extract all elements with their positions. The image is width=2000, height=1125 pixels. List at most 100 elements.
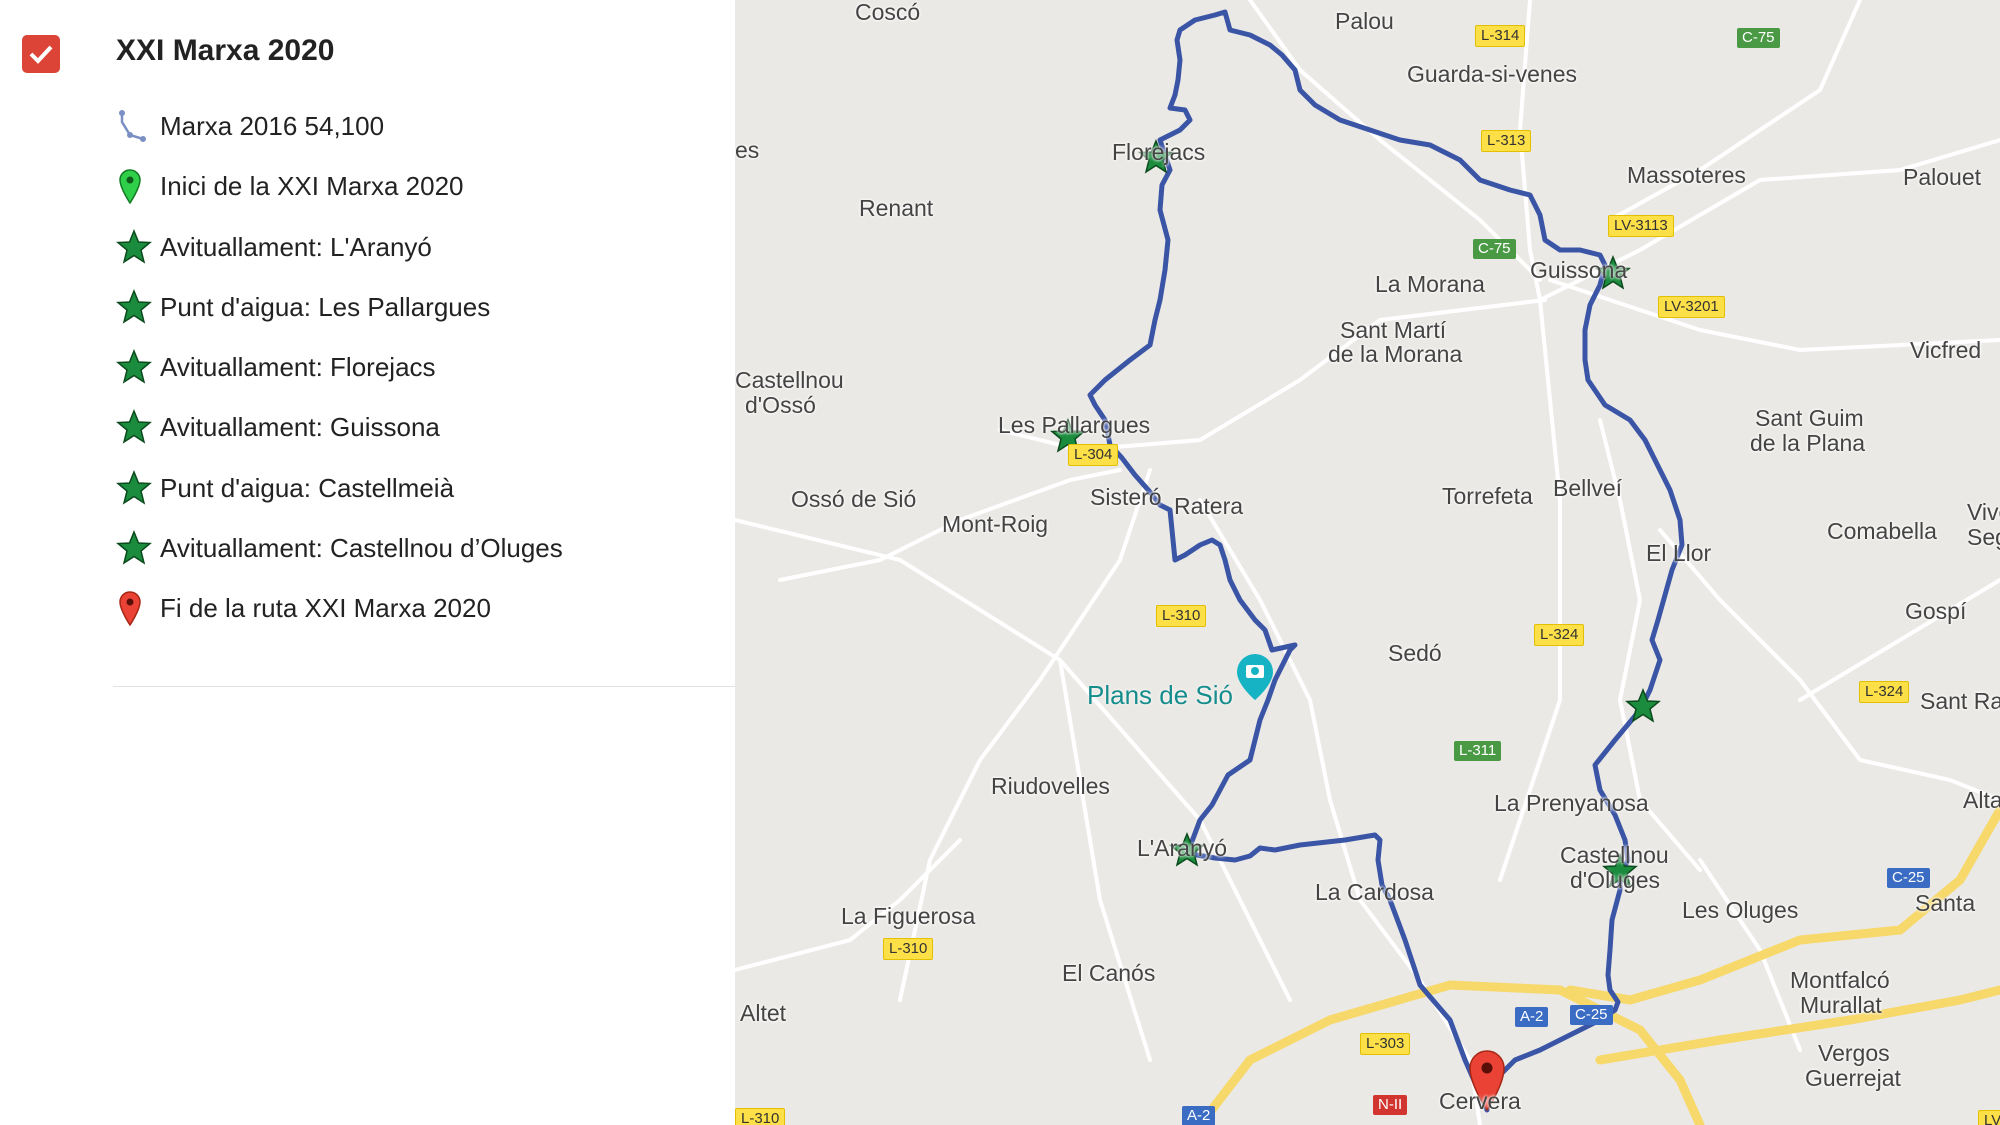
item-label: Punt d'aigua: Castellmeià (160, 472, 455, 503)
map-label: La Cardosa (1315, 879, 1434, 905)
star-icon (116, 288, 156, 326)
list-item-florejacs[interactable]: Avituallament: Florejacs (116, 348, 563, 408)
map-label: Mont-Roig (942, 511, 1049, 537)
map-label: de la Morana (1328, 341, 1463, 367)
road-shield: L-324 (1859, 681, 1910, 703)
green-pin-icon (116, 167, 156, 205)
stop-markers (1050, 139, 1661, 888)
list-item-guissona[interactable]: Avituallament: Guissona (116, 408, 563, 468)
list-item-route[interactable]: Marxa 2016 54,100 (116, 107, 563, 167)
map-label: Sisteró (1090, 484, 1162, 510)
map-label: Torrefeta (1442, 483, 1533, 509)
road-shield: L-313 (1481, 130, 1532, 152)
map-label: L'Aranyó (1137, 835, 1228, 861)
item-label: Inici de la XXI Marxa 2020 (160, 171, 464, 202)
layer-checkbox[interactable] (22, 35, 60, 73)
list-item-start[interactable]: Inici de la XXI Marxa 2020 (116, 167, 563, 227)
red-pin-icon (116, 589, 156, 627)
map-label: de la Plana (1750, 430, 1866, 456)
map-label: Castellnou (735, 367, 844, 393)
camera-poi-icon (1237, 654, 1273, 700)
star-icon (116, 228, 156, 266)
map-label: Altet (740, 1000, 787, 1026)
route-line (1087, 9, 1685, 1113)
map-label: Castellnou (1560, 842, 1669, 868)
item-label: Fi de la ruta XXI Marxa 2020 (160, 593, 491, 624)
layer-items: Marxa 2016 54,100 Inici de la XXI Marxa … (116, 107, 563, 650)
map-label: d'Ossó (745, 392, 816, 418)
map-label: Riudovelles (991, 773, 1110, 799)
star-icon (116, 529, 156, 567)
star-icon (116, 348, 156, 386)
list-item-aranyo[interactable]: Avituallament: L'Aranyó (116, 228, 563, 288)
map-label: Palouet (1903, 164, 1982, 190)
map-label: Guarda-si-venes (1407, 61, 1578, 87)
road-shield: L-304 (1068, 444, 1119, 466)
map-label: Palou (1335, 8, 1394, 34)
map-label: Guerrejat (1805, 1065, 1901, 1091)
road-shield: LV-3201 (1658, 296, 1725, 318)
map-canvas[interactable]: Coscó Palou Guarda-si-venes es Florejacs… (735, 0, 2000, 1125)
item-label: Avituallament: Castellnou d’Oluges (160, 533, 563, 564)
map-label: La Figuerosa (841, 903, 976, 929)
road-shield: C-75 (1737, 28, 1780, 48)
map-label: Guissona (1530, 257, 1628, 283)
map-label: La Prenyanosa (1494, 790, 1649, 816)
map-label: Vive (1967, 499, 2000, 525)
checkmark-icon (29, 45, 53, 64)
map-label: Les Pallargues (998, 412, 1151, 438)
road-shield: C-25 (1570, 1005, 1613, 1025)
road-shield: L-310 (883, 938, 934, 960)
map-label: Florejacs (1112, 139, 1206, 165)
map-label: Gospí (1905, 598, 1967, 624)
item-label: Punt d'aigua: Les Pallargues (160, 291, 491, 322)
map-label: Murallat (1800, 992, 1882, 1018)
list-item-castellnou[interactable]: Avituallament: Castellnou d’Oluges (116, 529, 563, 589)
map-label: Montfalcó (1790, 967, 1890, 993)
divider (113, 686, 735, 687)
map-label: Seg (1967, 524, 2000, 550)
map-label: La Morana (1375, 271, 1485, 297)
item-label: Marxa 2016 54,100 (160, 111, 385, 141)
poi-label[interactable]: Plans de Sió (1087, 680, 1233, 711)
list-item-end[interactable]: Fi de la ruta XXI Marxa 2020 (116, 589, 563, 649)
map-label: Alta (1963, 787, 2000, 813)
road-shield: A-2 (1515, 1007, 1549, 1027)
road-shield: C-25 (1887, 868, 1930, 888)
map-label: Bellveí (1553, 475, 1623, 501)
map-label: Sant Guim (1755, 405, 1864, 431)
layer-title: XXI Marxa 2020 (116, 34, 335, 67)
list-item-pallargues[interactable]: Punt d'aigua: Les Pallargues (116, 288, 563, 348)
map-label: El Llor (1646, 540, 1712, 566)
layer-panel: XXI Marxa 2020 Marxa 2016 54,100 Inici d… (0, 0, 735, 1125)
road-shield: A-2 (1182, 1106, 1216, 1125)
road-shield: L-310 (735, 1108, 786, 1125)
map-label: Renant (859, 195, 934, 221)
map-label: Cervera (1439, 1088, 1521, 1114)
map-label: Sedó (1388, 640, 1442, 666)
map-label: d'Oluges (1570, 867, 1661, 893)
road-shield: LV-3 (1978, 1110, 2000, 1125)
star-icon (116, 469, 156, 507)
map-label: Vicfred (1910, 337, 1982, 363)
road-shield: L-311 (1454, 741, 1502, 761)
list-item-castellmeia[interactable]: Punt d'aigua: Castellmeià (116, 469, 563, 529)
map-label: Coscó (855, 0, 921, 25)
road-shield: LV-3113 (1608, 215, 1674, 237)
map-label: Les Oluges (1682, 897, 1799, 923)
map-label: Ratera (1174, 493, 1244, 519)
map-label: Comabella (1827, 518, 1937, 544)
road-shield: L-310 (1156, 605, 1207, 627)
road-shield: L-303 (1360, 1033, 1411, 1055)
road-shield: L-314 (1475, 25, 1526, 47)
route-icon (116, 107, 156, 145)
map-label: Sant Ra (1920, 688, 2000, 714)
road-shield: C-75 (1473, 239, 1516, 259)
item-label: Avituallament: L'Aranyó (160, 231, 432, 262)
road-shield: L-324 (1534, 624, 1585, 646)
map-label: Ossó de Sió (791, 486, 917, 512)
map-label: Massoteres (1627, 162, 1746, 188)
map-label: Vergos (1818, 1040, 1890, 1066)
map-label: El Canós (1062, 960, 1156, 986)
item-label: Avituallament: Florejacs (160, 352, 436, 383)
